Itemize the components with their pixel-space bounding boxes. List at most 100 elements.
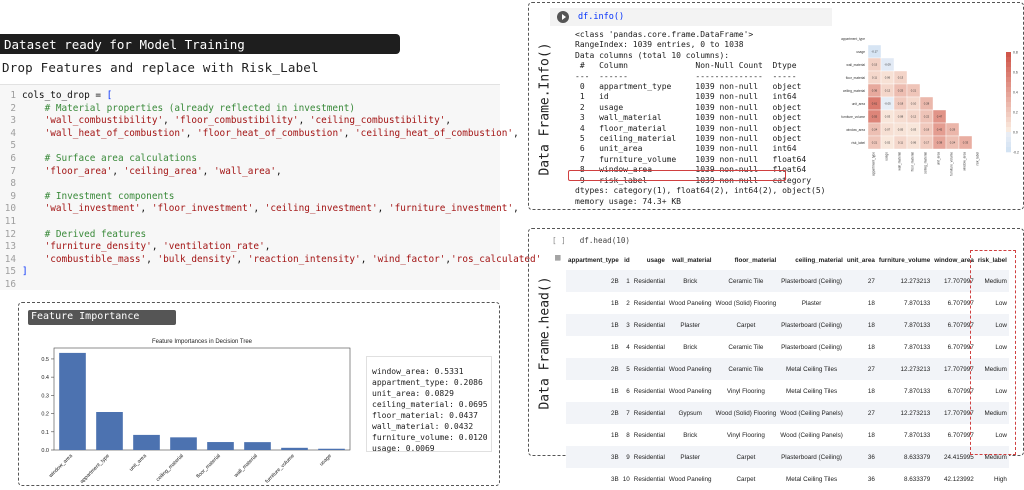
table-cell: Wood Paneling xyxy=(668,365,712,373)
table-row: 3B 10 Residential Wood Paneling Carpet Metal … xyxy=(566,468,1009,490)
code-token: 'wall_heat_of_combustion' xyxy=(22,127,186,139)
section-title: Dataset ready for Model Training xyxy=(0,34,400,54)
heatmap-value: -0.09 xyxy=(884,63,891,67)
heatmap-row-label: usage xyxy=(856,50,865,54)
heatmap-value: 0.29 xyxy=(950,128,956,132)
table-cell: High xyxy=(993,475,1007,483)
table-cell: Wood Paneling xyxy=(668,475,712,483)
info-code-line[interactable]: df.info() xyxy=(550,8,832,26)
colorbar-segment xyxy=(1006,142,1011,148)
table-cell: 36 xyxy=(867,453,875,461)
code-token: 'furniture_investment' xyxy=(388,203,514,215)
table-cell: 27 xyxy=(867,409,875,417)
run-cell-icon[interactable] xyxy=(557,11,569,23)
heatmap-value: 0.17 xyxy=(924,141,930,145)
table-cell: Plasterboard (Ceiling) xyxy=(781,321,843,329)
table-cell: Plaster xyxy=(680,321,701,329)
importance-line: floor_material: 0.0437 xyxy=(372,411,478,420)
table-cell: Residential xyxy=(633,277,665,285)
line-number: 4 xyxy=(10,127,16,139)
x-tick-label: appartment_type xyxy=(79,453,111,484)
code-token: , xyxy=(298,115,310,127)
info-output-line: 6 unit_area 1039 non-null int64 xyxy=(575,144,797,154)
table-cell: 7.870133 xyxy=(904,387,931,395)
bar xyxy=(318,448,345,450)
x-tick-label: ceiling_material xyxy=(155,453,185,483)
table-cell: 12.273213 xyxy=(900,409,931,417)
code-token: 'floor_combustibility' xyxy=(174,115,299,127)
code-line: 10 'wall_investment', 'floor_investment'… xyxy=(0,202,519,215)
heatmap-row-label: window_area xyxy=(846,128,865,132)
y-tick-label: 0.2 xyxy=(41,412,49,418)
colorbar-tick-label: 0.0 xyxy=(1013,131,1018,135)
heatmap-value: 0.15 xyxy=(872,63,878,67)
table-cell: 1B xyxy=(611,387,619,395)
code-line: 14 'combustible_mass', 'bulk_density', '… xyxy=(0,253,542,266)
code-token: 'combustible_mass' xyxy=(22,253,147,265)
table-cell: 5 xyxy=(626,365,630,373)
heatmap-value: 0.05 xyxy=(898,128,904,132)
heatmap-value: 0.03 xyxy=(911,128,917,132)
heatmap-value: 0.18 xyxy=(898,102,904,106)
code-token: , xyxy=(360,253,372,265)
x-tick-label: wall_material xyxy=(233,453,259,479)
y-tick-label: 0.3 xyxy=(41,393,49,399)
code-token: , xyxy=(163,115,175,127)
head-code-line[interactable]: [ ] df.head(10) xyxy=(552,236,630,245)
code-token: [ xyxy=(106,90,113,101)
code-token: , xyxy=(276,165,282,177)
table-row: 2B 7 Residential Gypsum Wood (Solid) Floorin… xyxy=(566,402,1009,424)
table-cell: 7 xyxy=(626,409,630,417)
table-cell: Plaster xyxy=(680,453,701,461)
table-cell: 18 xyxy=(867,343,875,351)
x-tick-label: window_area xyxy=(48,453,74,479)
table-cell: Residential xyxy=(633,409,665,417)
table-cell: 1B xyxy=(611,321,619,329)
colorbar-segment xyxy=(1006,87,1011,93)
cell-run-bracket[interactable]: [ ] xyxy=(552,236,566,245)
table-cell: 2B xyxy=(611,409,619,417)
info-output-line: Data columns (total 10 columns): xyxy=(575,50,730,60)
table-row: 2B 5 Residential Wood Paneling Ceramic Tile M… xyxy=(566,358,1009,380)
info-command: df.info() xyxy=(578,12,625,22)
code-token: 'bulk_density' xyxy=(157,253,237,265)
line-number: 1 xyxy=(10,90,16,101)
feature-importance-tag: Feature Importance xyxy=(28,310,176,325)
bar xyxy=(59,352,86,450)
table-cell: 1B xyxy=(611,343,619,351)
heatmap-value: 0.28 xyxy=(924,102,930,106)
bar xyxy=(96,412,123,450)
code-token: , xyxy=(377,203,389,215)
table-cell: 12.273213 xyxy=(900,365,931,373)
code-line: 12 # Derived features xyxy=(0,228,146,241)
head-command: df.head(10) xyxy=(579,236,631,245)
heatmap-value: 0.22 xyxy=(924,115,930,119)
colorbar-tick-label: 0.2 xyxy=(1013,111,1018,115)
table-cell: Wood (Solid) Flooring xyxy=(715,409,777,417)
table-cell: 27 xyxy=(867,365,875,373)
code-token: 'ventilation_rate' xyxy=(163,241,265,253)
heatmap-value: 0.36 xyxy=(872,89,878,93)
table-cell: Residential xyxy=(633,321,665,329)
table-cell: 8.633379 xyxy=(904,475,931,483)
table-cell: Brick xyxy=(683,431,698,439)
heatmap-col-label: unit_area xyxy=(937,152,941,166)
table-cell: Residential xyxy=(633,343,665,351)
code-token: , xyxy=(343,127,356,139)
feature-importance-output: window_area: 0.5331 appartment_type: 0.20… xyxy=(366,356,492,453)
table-cell: 4 xyxy=(626,343,630,351)
heatmap-col-label: appartment_type xyxy=(872,152,876,176)
importance-line: unit_area: 0.0829 xyxy=(372,389,454,398)
table-cell: Ceramic Tile xyxy=(728,343,764,351)
table-view-icon[interactable]: ▦ xyxy=(555,253,560,263)
table-cell: Plaster xyxy=(801,299,822,307)
code-token: , xyxy=(513,127,519,139)
code-cell[interactable]: 1 cols_to_drop = [2 # Material properties… xyxy=(0,84,541,290)
heatmap-value: 0.21 xyxy=(872,141,878,145)
table-cell: 36 xyxy=(867,475,875,483)
column-header: wall_material xyxy=(671,256,712,264)
code-token: 'wall_investment' xyxy=(22,203,141,215)
bar xyxy=(281,447,308,450)
heatmap-value: 0.12 xyxy=(885,89,891,93)
colorbar-segment xyxy=(1006,122,1011,128)
